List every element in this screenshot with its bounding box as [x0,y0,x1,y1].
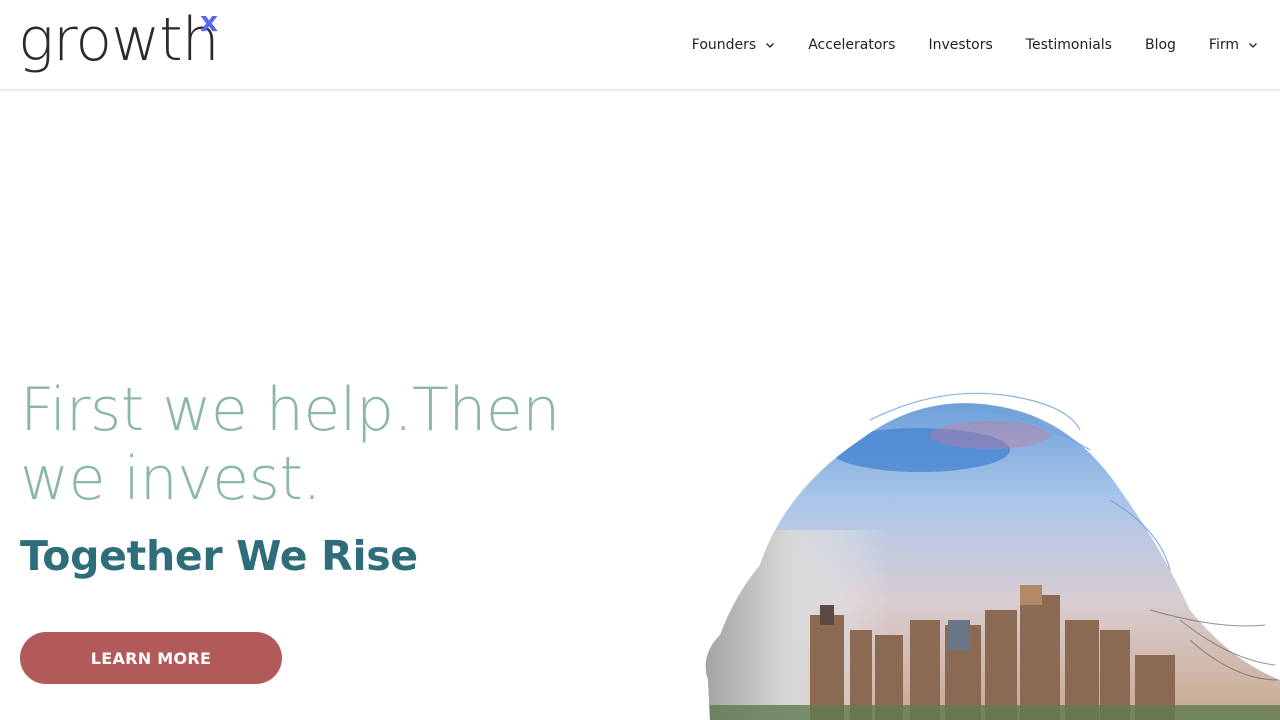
learn-more-button[interactable]: LEARN MORE [20,632,282,684]
nav-item-blog[interactable]: Blog [1145,37,1176,53]
nav-item-label: Founders [691,37,757,53]
nav-item-label: Accelerators [808,37,896,53]
nav-item-accelerators[interactable]: Accelerators [808,37,895,53]
hero-subheadline: Together We Rise [20,532,418,580]
chevron-down-icon [1249,43,1257,48]
nav-item-firm[interactable]: Firm [1209,37,1258,53]
main-navigation: Founders Accelerators Investors Testimon… [659,0,1258,90]
nav-item-investors[interactable]: Investors [928,37,992,53]
nav-item-label: Investors [928,37,993,53]
hero-headline-line-1: First we help.Then [20,375,560,445]
nav-item-testimonials[interactable]: Testimonials [1026,37,1112,53]
woman-profile-city-skyline-image [705,392,1280,720]
logo-x-mark: x [200,5,219,38]
chevron-down-icon [766,43,775,48]
nav-item-label: Blog [1144,37,1176,53]
nav-item-label: Testimonials [1025,37,1112,53]
hero-headline-line-2: we invest. [20,444,322,514]
growthx-logo[interactable]: growth x [18,6,238,82]
hero-headline: First we help.Then we invest. [20,376,620,514]
logo-wordmark: growth [18,5,220,75]
nav-item-label: Firm [1208,37,1239,53]
nav-item-founders[interactable]: Founders [692,37,775,53]
site-header: growth x Founders Accelerators Investors… [0,0,1280,90]
